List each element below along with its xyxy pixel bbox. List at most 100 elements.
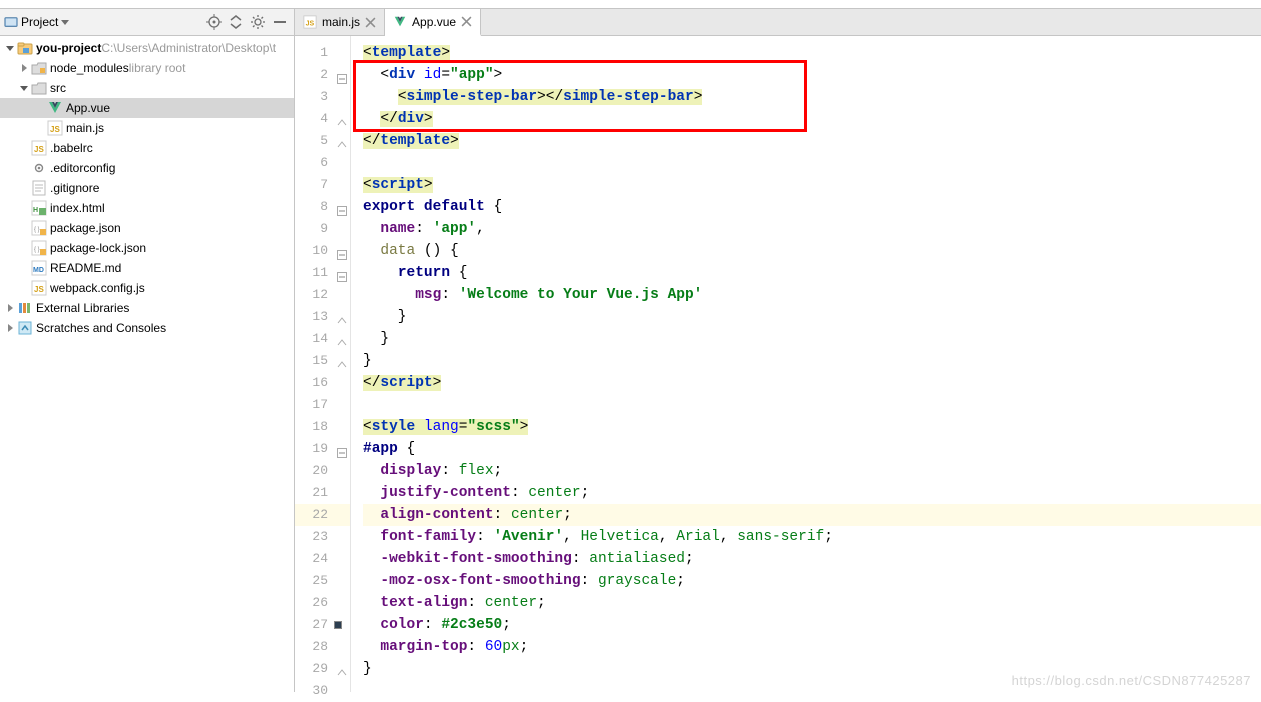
gutter-line[interactable]: 10 — [295, 240, 350, 262]
project-tree[interactable]: you-project C:\Users\Administrator\Deskt… — [0, 36, 294, 692]
gutter-line[interactable]: 1 — [295, 42, 350, 64]
chevron-right-icon[interactable] — [4, 303, 16, 313]
tree-item[interactable]: src — [0, 78, 294, 98]
tree-item[interactable]: Hindex.html — [0, 198, 294, 218]
code-line[interactable]: <style lang="scss"> — [363, 416, 1261, 438]
editor-tab[interactable]: JSmain.js — [295, 9, 385, 35]
code-line[interactable]: } — [363, 306, 1261, 328]
code-line[interactable]: text-align: center; — [363, 592, 1261, 614]
code-line[interactable]: name: 'app', — [363, 218, 1261, 240]
fold-end-icon[interactable] — [337, 356, 347, 366]
gutter-line[interactable]: 11 — [295, 262, 350, 284]
code-line[interactable]: <template> — [363, 42, 1261, 64]
close-icon[interactable] — [461, 16, 472, 27]
gutter-line[interactable]: 4 — [295, 108, 350, 130]
tree-item[interactable]: MDREADME.md — [0, 258, 294, 278]
gutter-line[interactable]: 9 — [295, 218, 350, 240]
code-line[interactable]: } — [363, 328, 1261, 350]
code-line[interactable]: color: #2c3e50; — [363, 614, 1261, 636]
fold-end-icon[interactable] — [337, 114, 347, 124]
chevron-right-icon[interactable] — [18, 63, 30, 73]
code-line[interactable]: export default { — [363, 196, 1261, 218]
expand-all-icon[interactable] — [228, 14, 244, 30]
code-line[interactable]: msg: 'Welcome to Your Vue.js App' — [363, 284, 1261, 306]
tree-item[interactable]: JS.babelrc — [0, 138, 294, 158]
code-line[interactable]: #app { — [363, 438, 1261, 460]
gutter-line[interactable]: 5 — [295, 130, 350, 152]
fold-collapse-icon[interactable] — [337, 268, 347, 278]
gutter-line[interactable]: 18 — [295, 416, 350, 438]
code-line[interactable] — [363, 394, 1261, 416]
tree-item[interactable]: node_modules library root — [0, 58, 294, 78]
gutter-line[interactable]: 22 — [295, 504, 350, 526]
code-line[interactable]: data () { — [363, 240, 1261, 262]
gutter-line[interactable]: 17 — [295, 394, 350, 416]
editor-tab[interactable]: App.vue — [385, 9, 481, 36]
gutter-line[interactable]: 30 — [295, 680, 350, 702]
gutter-line[interactable]: 21 — [295, 482, 350, 504]
code-area[interactable]: https://blog.csdn.net/CSDN877425287 <tem… — [351, 36, 1261, 692]
chevron-down-icon[interactable] — [18, 83, 30, 93]
gutter-line[interactable]: 20 — [295, 460, 350, 482]
fold-end-icon[interactable] — [337, 334, 347, 344]
gutter-line[interactable]: 28 — [295, 636, 350, 658]
hide-icon[interactable] — [272, 14, 288, 30]
gutter-line[interactable]: 13 — [295, 306, 350, 328]
fold-collapse-icon[interactable] — [337, 444, 347, 454]
tree-item[interactable]: .editorconfig — [0, 158, 294, 178]
code-line[interactable]: </template> — [363, 130, 1261, 152]
gutter-line[interactable]: 23 — [295, 526, 350, 548]
code-line[interactable] — [363, 152, 1261, 174]
tree-item[interactable]: { }package.json — [0, 218, 294, 238]
tree-item[interactable]: { }package-lock.json — [0, 238, 294, 258]
code-line[interactable]: -moz-osx-font-smoothing: grayscale; — [363, 570, 1261, 592]
gutter-line[interactable]: 3 — [295, 86, 350, 108]
fold-end-icon[interactable] — [337, 312, 347, 322]
gear-icon[interactable] — [250, 14, 266, 30]
gutter[interactable]: 1234567891011121314151617181920212223242… — [295, 36, 351, 692]
gutter-line[interactable]: 15 — [295, 350, 350, 372]
code-line[interactable]: } — [363, 350, 1261, 372]
gutter-line[interactable]: 14 — [295, 328, 350, 350]
code-line[interactable]: display: flex; — [363, 460, 1261, 482]
code-line[interactable]: margin-top: 60px; — [363, 636, 1261, 658]
fold-end-icon[interactable] — [337, 136, 347, 146]
locate-icon[interactable] — [206, 14, 222, 30]
chevron-right-icon[interactable] — [4, 323, 16, 333]
gutter-line[interactable]: 26 — [295, 592, 350, 614]
gutter-line[interactable]: 24 — [295, 548, 350, 570]
gutter-line[interactable]: 7 — [295, 174, 350, 196]
gutter-line[interactable]: 8 — [295, 196, 350, 218]
close-icon[interactable] — [365, 17, 376, 28]
fold-collapse-icon[interactable] — [337, 70, 347, 80]
chevron-down-icon[interactable] — [4, 43, 16, 53]
tree-item[interactable]: Scratches and Consoles — [0, 318, 294, 338]
gutter-line[interactable]: 16 — [295, 372, 350, 394]
tree-item[interactable]: JSwebpack.config.js — [0, 278, 294, 298]
code-line[interactable]: <script> — [363, 174, 1261, 196]
fold-collapse-icon[interactable] — [337, 246, 347, 256]
code-line[interactable] — [363, 680, 1261, 702]
code-line[interactable]: <div id="app"> — [363, 64, 1261, 86]
code-line[interactable]: -webkit-font-smoothing: antialiased; — [363, 548, 1261, 570]
project-view-selector[interactable]: Project — [4, 15, 206, 29]
gutter-line[interactable]: 12 — [295, 284, 350, 306]
code-line[interactable]: justify-content: center; — [363, 482, 1261, 504]
gutter-line[interactable]: 27 — [295, 614, 350, 636]
code-line[interactable]: font-family: 'Avenir', Helvetica, Arial,… — [363, 526, 1261, 548]
fold-end-icon[interactable] — [337, 664, 347, 674]
code-line[interactable]: } — [363, 658, 1261, 680]
gutter-line[interactable]: 19 — [295, 438, 350, 460]
code-line[interactable]: </script> — [363, 372, 1261, 394]
code-line[interactable]: return { — [363, 262, 1261, 284]
gutter-line[interactable]: 6 — [295, 152, 350, 174]
tree-item[interactable]: App.vue — [0, 98, 294, 118]
tree-item[interactable]: External Libraries — [0, 298, 294, 318]
tree-item[interactable]: JSmain.js — [0, 118, 294, 138]
code-line[interactable]: align-content: center; — [363, 504, 1261, 526]
gutter-line[interactable]: 29 — [295, 658, 350, 680]
tree-item[interactable]: .gitignore — [0, 178, 294, 198]
gutter-line[interactable]: 2 — [295, 64, 350, 86]
gutter-line[interactable]: 25 — [295, 570, 350, 592]
fold-collapse-icon[interactable] — [337, 202, 347, 212]
